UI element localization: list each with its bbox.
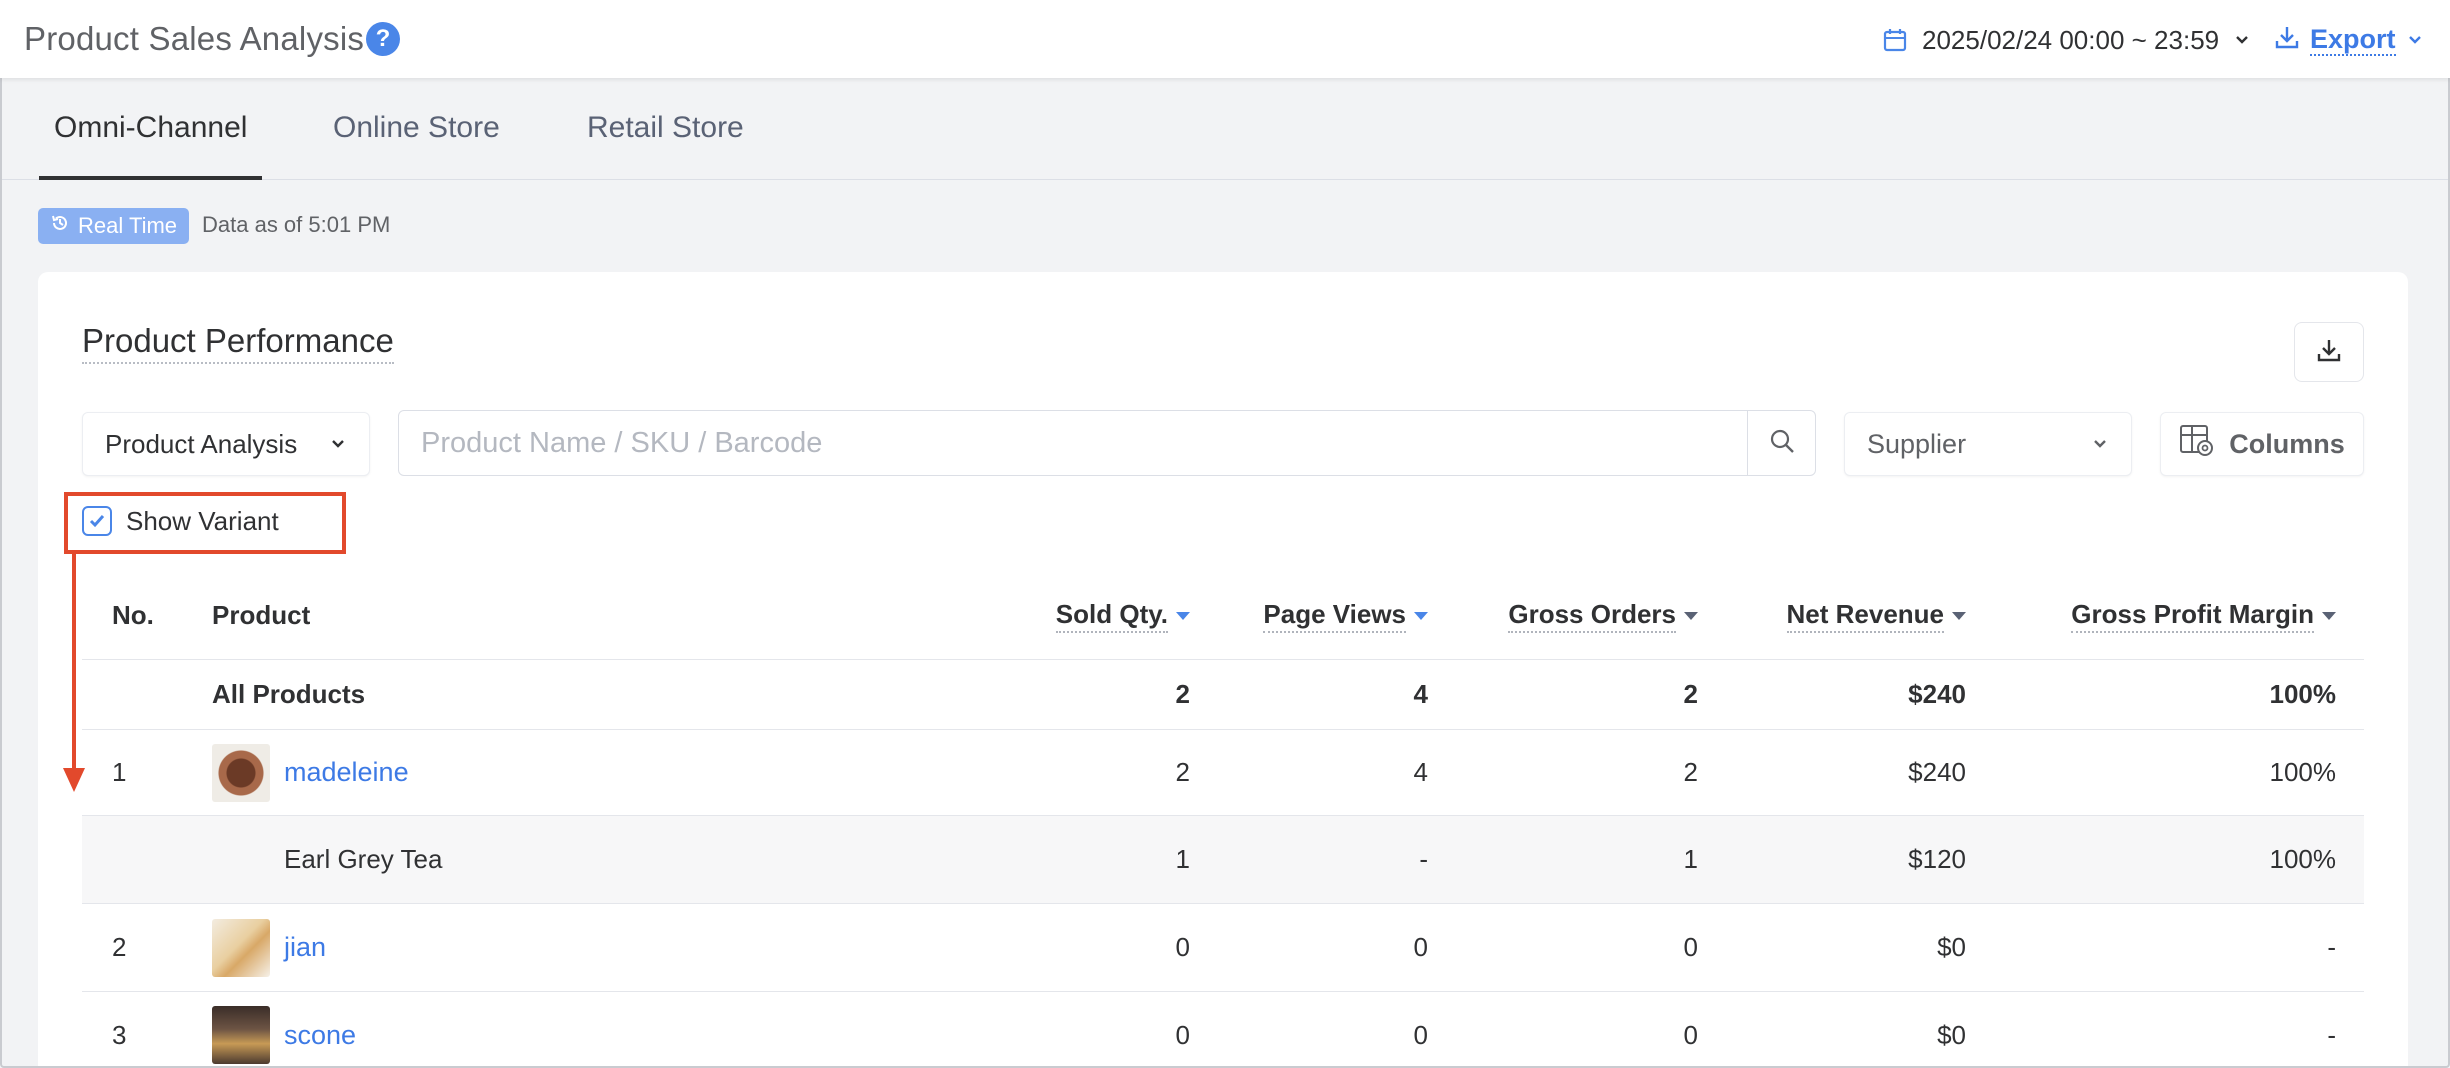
tab-online-store[interactable]: Online Store (333, 78, 500, 178)
total-sold-qty: 2 (1175, 679, 1190, 709)
product-thumbnail (212, 1006, 270, 1064)
gross-orders: 0 (1683, 932, 1698, 962)
product-thumbnail (212, 918, 270, 977)
chevron-down-icon (2091, 429, 2109, 460)
page-views: 0 (1413, 932, 1428, 962)
export-label: Export (2310, 24, 2396, 56)
row-no: 1 (112, 757, 127, 787)
analysis-type-value: Product Analysis (105, 428, 298, 459)
product-cell: scone (212, 992, 356, 1068)
product-performance-card: Product Performance Product Analysis Sup… (38, 272, 2408, 1068)
table-row: 3 scone 0 0 0 $0 - (82, 992, 2364, 1068)
help-icon[interactable]: ? (366, 22, 400, 56)
chevron-down-icon (2406, 25, 2424, 56)
net-revenue: $240 (1908, 757, 1966, 787)
total-net-revenue: $240 (1908, 679, 1966, 709)
show-variant-checkbox[interactable] (82, 506, 112, 536)
supplier-select[interactable]: Supplier (1844, 412, 2132, 476)
download-icon (2315, 336, 2343, 369)
download-icon (2274, 24, 2300, 57)
checkmark-icon (89, 515, 105, 528)
product-thumbnail (212, 743, 270, 802)
calendar-icon (1882, 27, 1908, 53)
export-button[interactable]: Export (2274, 22, 2424, 58)
data-timestamp: Data as of 5:01 PM (202, 212, 391, 237)
tab-omni-channel[interactable]: Omni-Channel (38, 78, 263, 180)
total-gross-profit-margin: 100% (2269, 679, 2337, 709)
date-range-label: 2025/02/24 00:00 ~ 23:59 (1922, 24, 2220, 55)
columns-settings-icon (2179, 424, 2215, 465)
product-cell: madeleine (212, 730, 409, 815)
chevron-down-icon (2233, 31, 2251, 49)
date-range-picker[interactable]: 2025/02/24 00:00 ~ 23:59 (1882, 22, 2251, 58)
product-link[interactable]: scone (284, 1020, 356, 1051)
sort-caret-icon (1952, 611, 1966, 620)
header-net-revenue[interactable]: Net Revenue (1786, 572, 1966, 659)
row-no: 2 (112, 932, 127, 962)
gross-orders: 1 (1683, 844, 1698, 874)
sold-qty: 1 (1175, 844, 1190, 874)
gross-orders: 0 (1683, 1019, 1698, 1050)
product-link[interactable]: jian (284, 932, 326, 963)
total-label: All Products (212, 679, 366, 709)
supplier-placeholder: Supplier (1867, 428, 1967, 459)
header-page-views[interactable]: Page Views (1263, 572, 1428, 659)
annotation-arrow-line (72, 554, 76, 772)
gross-profit-margin: 100% (2269, 757, 2337, 787)
sold-qty: 2 (1175, 757, 1190, 787)
realtime-badge: Real Time (38, 208, 190, 244)
columns-label: Columns (2229, 428, 2345, 459)
page-title: Product Sales Analysis (24, 20, 365, 57)
show-variant-toggle[interactable]: Show Variant (82, 496, 279, 546)
table-header: No. Product Sold Qty. Page Views Gross O… (82, 572, 2364, 660)
table-row-variant: Earl Grey Tea 1 - 1 $120 100% (82, 816, 2364, 904)
sold-qty: 0 (1175, 932, 1190, 962)
table-row: 2 jian 0 0 0 $0 - (82, 904, 2364, 992)
sort-caret-icon (1684, 611, 1698, 620)
history-icon (50, 213, 70, 239)
gross-profit-margin: - (2327, 932, 2336, 962)
table-row-total: All Products 2 4 2 $240 100% (82, 660, 2364, 730)
page-views: 0 (1413, 1019, 1428, 1050)
analysis-type-select[interactable]: Product Analysis (82, 412, 370, 476)
tab-retail-store[interactable]: Retail Store (587, 78, 744, 178)
header-sold-qty[interactable]: Sold Qty. (1055, 572, 1190, 659)
header-product: Product (212, 600, 311, 630)
net-revenue: $0 (1937, 932, 1966, 962)
total-page-views: 4 (1413, 679, 1428, 709)
table-row: 1 madeleine 2 4 2 $240 100% (82, 730, 2364, 816)
gross-profit-margin: 100% (2269, 844, 2337, 874)
sort-caret-icon (1414, 611, 1428, 620)
show-variant-label: Show Variant (126, 505, 279, 536)
download-button[interactable] (2294, 322, 2364, 382)
gross-profit-margin: - (2327, 1019, 2336, 1050)
search-input[interactable] (399, 411, 1747, 475)
gross-orders: 2 (1683, 757, 1698, 787)
top-bar: Product Sales Analysis ? 2025/02/24 00:0… (0, 0, 2450, 78)
page-views: - (1419, 844, 1428, 874)
card-title: Product Performance (82, 322, 394, 364)
total-gross-orders: 2 (1683, 679, 1698, 709)
search-button[interactable] (1747, 411, 1815, 475)
sort-caret-icon (1176, 611, 1190, 620)
search-icon (1768, 427, 1796, 460)
realtime-label: Real Time (78, 213, 178, 238)
product-performance-table: No. Product Sold Qty. Page Views Gross O… (82, 572, 2364, 1068)
row-no: 3 (112, 1019, 127, 1050)
header-gross-profit-margin[interactable]: Gross Profit Margin (2071, 572, 2336, 659)
sort-caret-icon (2322, 611, 2336, 620)
header-no: No. (112, 600, 154, 630)
channel-tabs: Omni-Channel Online Store Retail Store (0, 78, 2450, 180)
net-revenue: $120 (1908, 844, 1966, 874)
product-search (398, 410, 1816, 476)
net-revenue: $0 (1937, 1019, 1966, 1050)
variant-name: Earl Grey Tea (284, 844, 443, 874)
sold-qty: 0 (1175, 1019, 1190, 1050)
product-cell: jian (212, 904, 326, 991)
header-gross-orders[interactable]: Gross Orders (1508, 572, 1698, 659)
columns-button[interactable]: Columns (2160, 412, 2364, 476)
chevron-down-icon (329, 429, 347, 460)
page-views: 4 (1413, 757, 1428, 787)
product-link[interactable]: madeleine (284, 757, 409, 788)
